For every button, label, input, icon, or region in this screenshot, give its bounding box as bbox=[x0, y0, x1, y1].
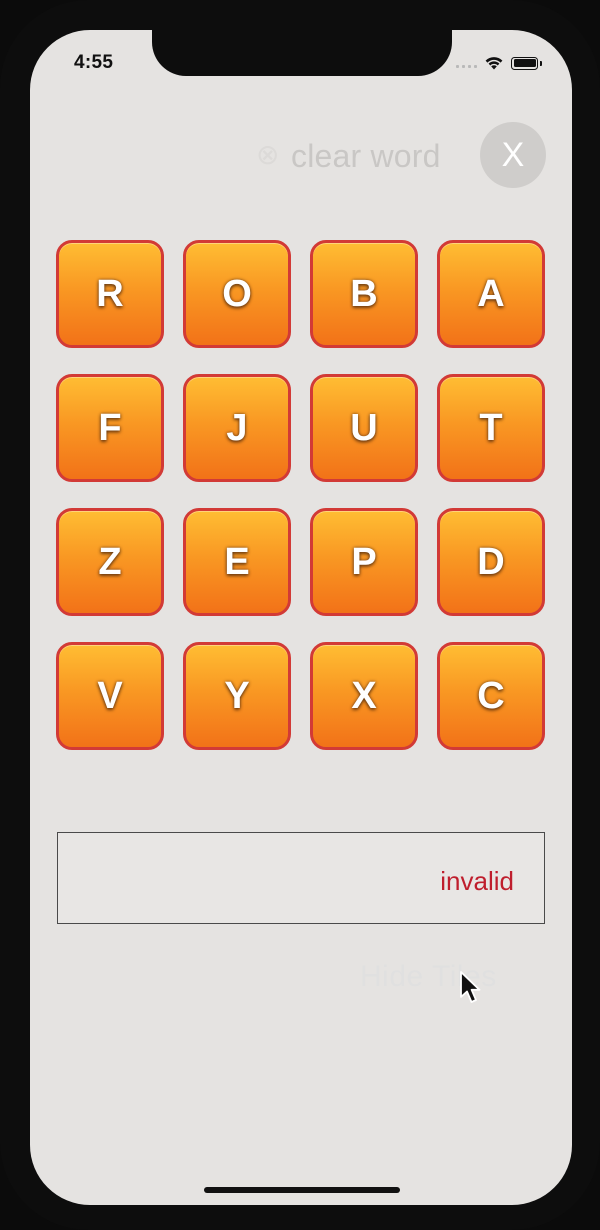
letter-tile[interactable]: A bbox=[437, 240, 545, 348]
tile-letter: E bbox=[224, 540, 250, 583]
clear-word-label[interactable]: clear word bbox=[291, 138, 441, 175]
letter-tile[interactable]: B bbox=[310, 240, 418, 348]
letter-tile[interactable]: T bbox=[437, 374, 545, 482]
tile-letter: P bbox=[351, 540, 377, 583]
letter-tile[interactable]: D bbox=[437, 508, 545, 616]
tile-letter: Z bbox=[98, 540, 122, 583]
tile-letter: X bbox=[351, 674, 377, 717]
letter-grid: R O B A F J U T Z E P D V Y X C bbox=[56, 240, 546, 754]
letter-tile[interactable]: Z bbox=[56, 508, 164, 616]
tile-letter: Y bbox=[224, 674, 250, 717]
tile-letter: T bbox=[479, 406, 503, 449]
mouse-pointer-icon bbox=[460, 971, 481, 1003]
letter-tile[interactable]: Y bbox=[183, 642, 291, 750]
tile-letter: A bbox=[477, 272, 505, 315]
clear-glyph-icon: ⊗ bbox=[256, 139, 280, 170]
tile-letter: O bbox=[222, 272, 252, 315]
letter-tile[interactable]: P bbox=[310, 508, 418, 616]
signal-icon bbox=[456, 58, 477, 68]
tile-letter: U bbox=[350, 406, 378, 449]
tile-letter: F bbox=[98, 406, 122, 449]
word-status-label: invalid bbox=[440, 866, 514, 896]
tile-letter: R bbox=[96, 272, 124, 315]
letter-tile[interactable]: O bbox=[183, 240, 291, 348]
status-icons bbox=[456, 56, 542, 70]
tile-letter: C bbox=[477, 674, 505, 717]
clear-word-row: ⊗ clear word X bbox=[256, 120, 546, 190]
tile-letter: J bbox=[226, 406, 248, 449]
clear-word-button[interactable]: X bbox=[480, 122, 546, 188]
home-indicator[interactable] bbox=[204, 1187, 400, 1193]
letter-tile[interactable]: U bbox=[310, 374, 418, 482]
letter-tile[interactable]: J bbox=[183, 374, 291, 482]
app-screen: 4:55 ⊗ clear word X R O B A F J U T Z E … bbox=[30, 30, 572, 1205]
letter-tile[interactable]: V bbox=[56, 642, 164, 750]
current-word-box: invalid bbox=[57, 832, 545, 924]
letter-tile[interactable]: C bbox=[437, 642, 545, 750]
phone-frame: 4:55 ⊗ clear word X R O B A F J U T Z E … bbox=[0, 0, 600, 1230]
tile-letter: V bbox=[97, 674, 123, 717]
tile-letter: D bbox=[477, 540, 505, 583]
notch bbox=[152, 30, 452, 76]
letter-tile[interactable]: F bbox=[56, 374, 164, 482]
battery-icon bbox=[511, 56, 542, 70]
tile-letter: B bbox=[350, 272, 378, 315]
letter-tile[interactable]: X bbox=[310, 642, 418, 750]
letter-tile[interactable]: E bbox=[183, 508, 291, 616]
wifi-icon bbox=[485, 57, 503, 70]
status-time: 4:55 bbox=[74, 52, 114, 73]
letter-tile[interactable]: R bbox=[56, 240, 164, 348]
